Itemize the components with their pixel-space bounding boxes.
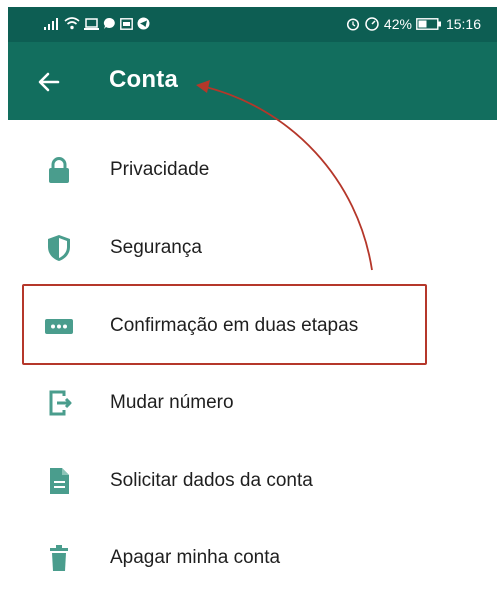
lock-icon [49, 157, 69, 183]
menu-item-label: Segurança [110, 237, 202, 258]
battery-icon [416, 18, 442, 30]
menu-item-label: Mudar número [110, 392, 234, 413]
page-title: Conta [109, 66, 178, 93]
document-icon [50, 468, 69, 494]
chat-icon [103, 17, 116, 30]
change-number-icon [49, 390, 72, 416]
menu-item-label: Privacidade [110, 159, 210, 180]
shield-icon [48, 235, 70, 261]
data-saver-icon [364, 17, 380, 31]
battery-percent: 42% [383, 16, 412, 32]
menu-item-apagar-conta[interactable]: Apagar minha conta [0, 520, 497, 596]
menu-item-seguranca[interactable]: Segurança [0, 210, 497, 286]
menu-item-label: Solicitar dados da conta [110, 470, 313, 491]
arrow-left-icon [38, 72, 60, 92]
menu-item-mudar-numero[interactable]: Mudar número [0, 365, 497, 441]
menu-item-solicitar-dados[interactable]: Solicitar dados da conta [0, 443, 497, 519]
gallery-icon [120, 17, 133, 30]
telegram-icon [137, 17, 150, 30]
annotation-highlight-box [22, 284, 427, 365]
wifi-icon [64, 17, 80, 30]
menu-item-label: Apagar minha conta [110, 547, 281, 568]
menu-item-privacidade[interactable]: Privacidade [0, 132, 497, 208]
app-bar: Conta [8, 42, 497, 120]
laptop-icon [84, 17, 99, 30]
status-bar: 42% 15:16 [8, 7, 497, 42]
back-button[interactable] [35, 68, 63, 96]
status-icons-left [44, 17, 150, 30]
clock-time: 15:16 [445, 16, 481, 32]
alarm-icon [346, 17, 360, 31]
status-icons-right: 42% 15:16 [346, 16, 481, 32]
signal-icon [44, 17, 60, 30]
